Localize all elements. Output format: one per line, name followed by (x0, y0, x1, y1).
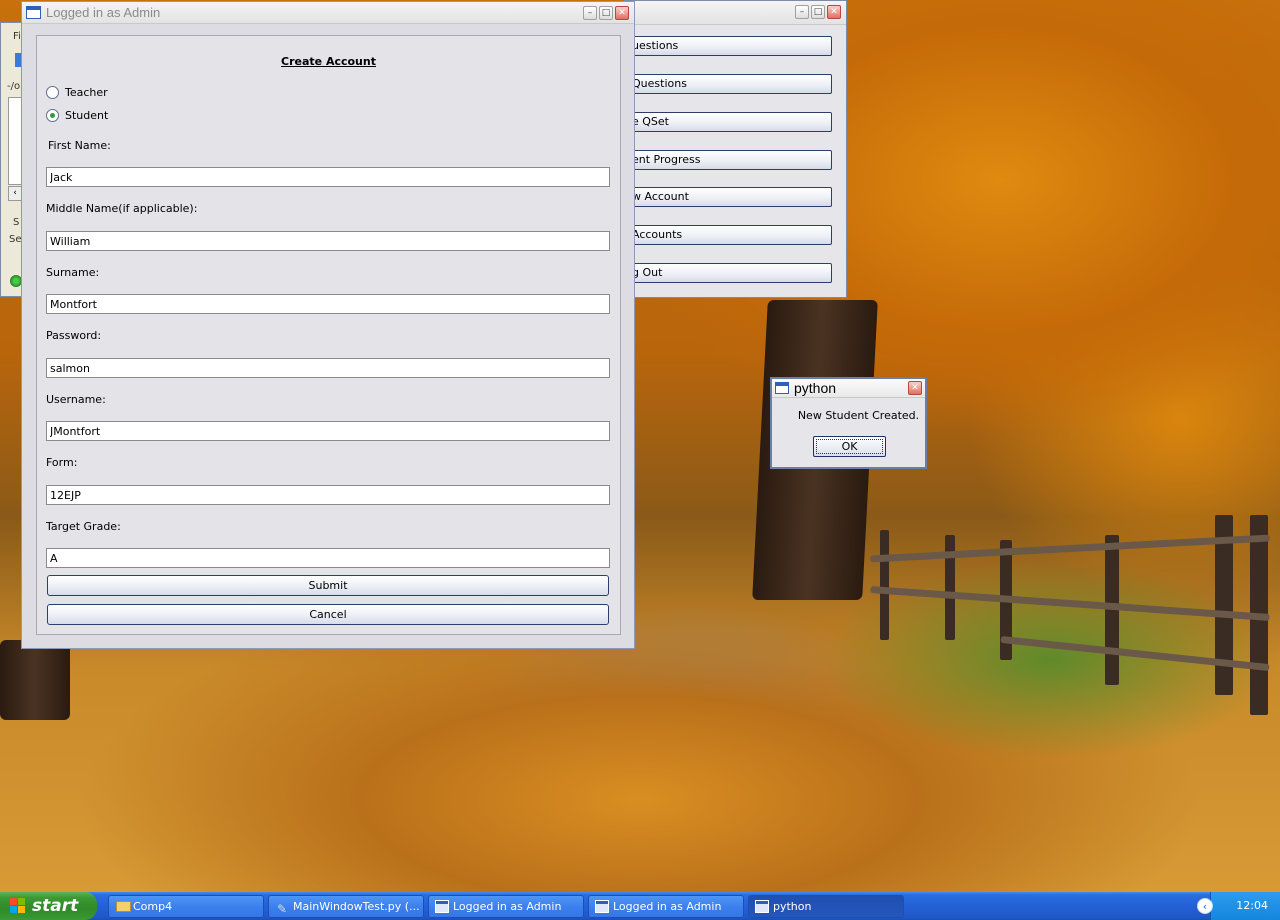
target-grade-field[interactable] (46, 548, 610, 568)
taskbar-item-comp4[interactable]: Comp4 (108, 895, 264, 918)
surname-field[interactable] (46, 294, 610, 314)
first-name-field[interactable] (46, 167, 610, 187)
folder-icon (116, 901, 131, 912)
status-fragment: Se (9, 234, 22, 245)
clock[interactable]: 12:04 (1236, 899, 1268, 912)
ok-button[interactable]: OK (813, 436, 886, 457)
system-tray: ‹ 12:04 (1197, 892, 1280, 920)
form-label: Form: (46, 456, 78, 469)
new-account-button[interactable]: w Account (625, 187, 832, 207)
student-radio-option[interactable]: Student (46, 107, 108, 123)
close-icon[interactable]: ✕ (615, 6, 629, 20)
create-account-titlebar[interactable]: Logged in as Admin – □ ✕ (22, 2, 634, 24)
taskbar-item-label: MainWindowTest.py (... (293, 900, 420, 913)
teacher-radio-label: Teacher (65, 85, 108, 99)
edit-questions-button[interactable]: Questions (625, 74, 832, 94)
student-radio[interactable] (46, 108, 59, 122)
maximize-icon[interactable]: □ (599, 6, 613, 20)
view-questions-button[interactable]: uestions (625, 36, 832, 56)
log-out-button[interactable]: g Out (625, 263, 832, 283)
start-button[interactable]: start (0, 892, 97, 920)
create-account-window[interactable]: Logged in as Admin – □ ✕ Create Account … (21, 1, 635, 649)
student-progress-button[interactable]: ent Progress (625, 150, 832, 170)
username-label: Username: (46, 393, 106, 406)
teacher-radio-option[interactable]: Teacher (46, 84, 108, 100)
taskbar: start Comp4 ✎ MainWindowTest.py (... Log… (0, 892, 1280, 920)
admin-menu-window[interactable]: – □ ✕ uestions Questions e QSet ent Prog… (624, 0, 847, 298)
taskbar-item-admin-2[interactable]: Logged in as Admin (588, 895, 744, 918)
python-file-icon: ✎ (277, 902, 288, 916)
submit-button[interactable]: Submit (47, 575, 609, 596)
student-radio-label: Student (65, 108, 109, 122)
tab-fragment[interactable]: S (13, 217, 19, 228)
middle-name-field[interactable] (46, 231, 610, 251)
menu-fragment[interactable]: Fi (13, 31, 21, 42)
window-icon (435, 900, 449, 913)
taskbar-item-label: Logged in as Admin (613, 900, 722, 913)
close-icon[interactable]: ✕ (827, 5, 841, 19)
window-icon (775, 382, 789, 394)
window-icon (595, 900, 609, 913)
window-icon (755, 900, 769, 913)
minimize-icon[interactable]: – (583, 6, 597, 20)
message-text: New Student Created. (797, 409, 920, 422)
window-title: Logged in as Admin (46, 5, 161, 20)
fence-post (880, 530, 889, 640)
form-field[interactable] (46, 485, 610, 505)
middle-name-label: Middle Name(if applicable): (46, 202, 198, 215)
taskbar-item-label: Logged in as Admin (453, 900, 562, 913)
close-icon[interactable]: ✕ (908, 381, 922, 395)
message-box-titlebar[interactable]: python ✕ (772, 379, 925, 398)
windows-logo-icon (10, 898, 27, 914)
create-account-form: Create Account Teacher Student First Nam… (36, 35, 621, 635)
path-fragment: -/o (7, 81, 21, 92)
scroll-left-arrow-icon[interactable]: ‹ (8, 186, 22, 201)
taskbar-item-mainwindowtest[interactable]: ✎ MainWindowTest.py (... (268, 895, 424, 918)
target-grade-label: Target Grade: (46, 520, 121, 533)
taskbar-item-label: python (773, 900, 812, 913)
teacher-radio[interactable] (46, 85, 59, 99)
message-box-title: python (794, 380, 837, 396)
username-field[interactable] (46, 421, 610, 441)
show-hidden-icons-icon[interactable]: ‹ (1197, 898, 1213, 914)
message-box[interactable]: python ✕ New Student Created. OK (770, 377, 927, 469)
admin-titlebar[interactable]: – □ ✕ (625, 1, 846, 25)
window-icon (26, 6, 41, 19)
first-name-label: First Name: (48, 139, 111, 152)
taskbar-item-python[interactable]: python (748, 895, 904, 918)
taskbar-item-label: Comp4 (133, 900, 173, 913)
create-qset-button[interactable]: e QSet (625, 112, 832, 132)
form-heading: Create Account (281, 55, 376, 68)
cancel-button[interactable]: Cancel (47, 604, 609, 625)
password-label: Password: (46, 329, 102, 342)
tree-trunk (0, 640, 70, 720)
surname-label: Surname: (46, 266, 100, 279)
accounts-button[interactable]: Accounts (625, 225, 832, 245)
taskbar-item-admin-1[interactable]: Logged in as Admin (428, 895, 584, 918)
fence-rail (870, 534, 1270, 563)
maximize-icon[interactable]: □ (811, 5, 825, 19)
password-field[interactable] (46, 358, 610, 378)
start-label: start (32, 896, 79, 916)
minimize-icon[interactable]: – (795, 5, 809, 19)
